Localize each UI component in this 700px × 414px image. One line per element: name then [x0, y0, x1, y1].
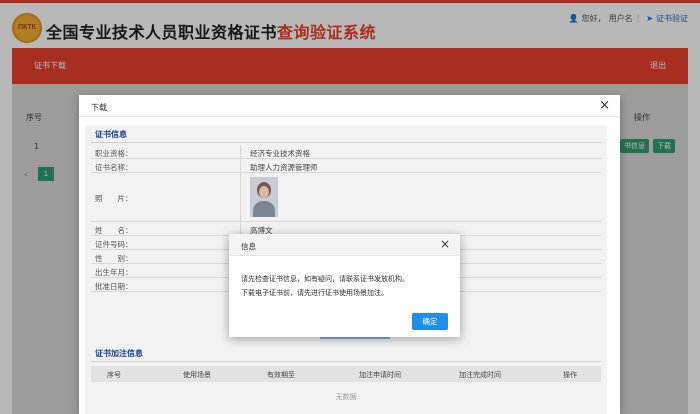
- remark-col-index: 序号: [107, 371, 121, 379]
- dialog-header: 下载 ×: [79, 95, 620, 117]
- remark-section-title: 证书加注信息: [91, 346, 601, 362]
- remark-col-scene: 使用场景: [183, 371, 211, 379]
- alert-confirm-button[interactable]: 确定: [412, 313, 448, 330]
- remark-col-complete-time: 加注完成时间: [459, 371, 501, 379]
- row-divider: [91, 221, 601, 222]
- remark-col-actions: 操作: [563, 371, 577, 379]
- info-alert: 信息 × 请先检查证书信息，如有疑问，请联系证书发放机构。 下载电子证书前，请先…: [229, 234, 460, 337]
- dialog-close-icon[interactable]: ×: [599, 98, 610, 113]
- remark-table-empty: 无数据: [335, 393, 357, 401]
- holder-photo: [250, 177, 278, 217]
- field-label-photo: 照 片：: [95, 194, 133, 203]
- remark-col-apply-time: 加注申请时间: [359, 371, 401, 379]
- cert-section-title: 证书信息: [91, 127, 601, 143]
- dialog-title: 下载: [91, 103, 107, 112]
- alert-message-line2: 下载电子证书前，请先进行证书使用场景加注。: [241, 289, 388, 297]
- row-divider: [91, 172, 601, 173]
- alert-message-line1: 请先检查证书信息，如有疑问，请联系证书发放机构。: [241, 275, 409, 283]
- photo-shoulders: [253, 201, 275, 217]
- alert-title: 信息: [241, 242, 256, 251]
- photo-face: [259, 186, 269, 198]
- remark-col-valid-until: 有效期至: [267, 371, 295, 379]
- alert-close-icon[interactable]: ×: [440, 237, 450, 251]
- remark-table-header: 序号 使用场景 有效期至 加注申请时间 加注完成时间 操作: [91, 366, 601, 382]
- row-divider: [91, 158, 601, 159]
- alert-header: 信息 ×: [229, 234, 460, 256]
